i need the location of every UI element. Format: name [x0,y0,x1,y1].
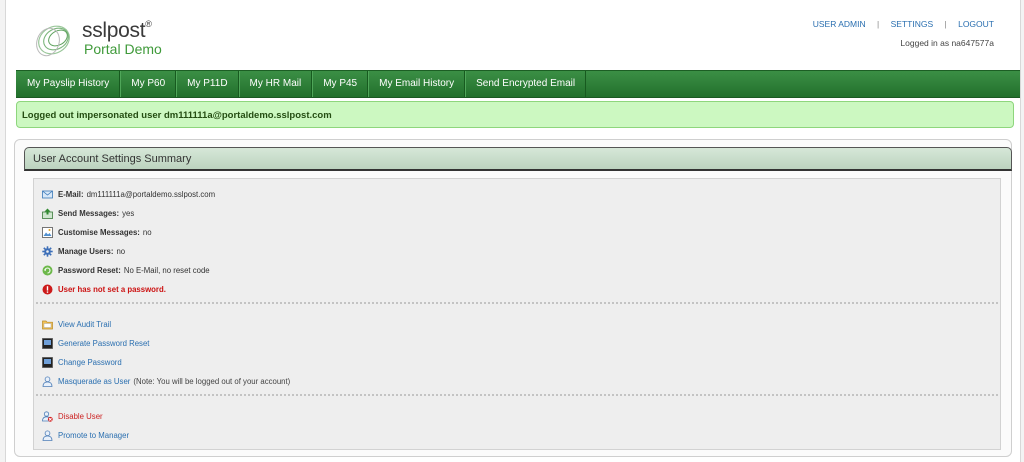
password-reset-row: Password Reset: No E-Mail, no reset code [42,263,210,277]
section-divider [36,394,998,396]
page: sslpost® Portal Demo USER ADMIN | SETTIN… [5,0,1021,462]
view-audit-trail-link[interactable]: View Audit Trail [58,320,111,329]
gear-icon [42,245,53,257]
send-mail-icon [42,208,53,219]
manage-users-value: no [116,246,126,256]
logout-link[interactable]: LOGOUT [958,19,994,29]
send-messages-value: yes [122,208,135,218]
manage-users-label: Manage Users: [58,246,114,256]
sslpost-logo-icon [36,25,70,57]
email-label: E-Mail: [58,189,84,199]
customise-messages-label: Customise Messages: [58,227,140,237]
envelope-icon [42,189,53,200]
change-password-link[interactable]: Change Password [58,358,122,367]
manage-users-row: Manage Users: no [42,244,125,258]
panel-title: User Account Settings Summary [24,147,1012,171]
monitor-icon [42,356,53,368]
change-password-row: Change Password [42,355,122,369]
disable-user-row: Disable User [42,409,103,423]
account-settings-panel: User Account Settings Summary E-Mail: dm… [14,139,1012,457]
nav-item-email-history[interactable]: My Email History [368,71,466,97]
promote-manager-row: Promote to Manager [42,428,129,442]
nav-item-p11d[interactable]: My P11D [176,71,239,97]
nav-item-send-encrypted-email[interactable]: Send Encrypted Email [465,71,587,97]
nav-item-p45[interactable]: My P45 [312,71,369,97]
masquerade-note: (Note: You will be logged out of your ac… [133,376,291,386]
password-reset-label: Password Reset: [58,265,121,275]
password-reset-value: No E-Mail, no reset code [123,265,210,275]
send-messages-row: Send Messages: yes [42,206,134,220]
separator: | [877,19,880,29]
email-row: E-Mail: dm111111a@portaldemo.sslpost.com [42,187,215,201]
monitor-icon [42,337,53,349]
generate-password-reset-link[interactable]: Generate Password Reset [58,339,149,348]
panel-body: E-Mail: dm111111a@portaldemo.sslpost.com… [33,178,1001,450]
separator: | [944,19,947,29]
folder-icon [42,319,53,330]
brand-subtitle: Portal Demo [84,41,162,57]
refresh-icon [42,265,53,276]
settings-link[interactable]: SETTINGS [891,19,934,29]
nav-item-payslip-history[interactable]: My Payslip History [16,71,121,97]
user-icon [42,429,53,441]
logo[interactable]: sslpost® Portal Demo [34,14,204,60]
nav-item-p60[interactable]: My P60 [120,71,177,97]
nav-item-hr-mail[interactable]: My HR Mail [238,71,313,97]
masquerade-as-user-link[interactable]: Masquerade as User [58,377,130,386]
main-nav: My Payslip History My P60 My P11D My HR … [16,70,1020,98]
image-icon [42,226,53,238]
masquerade-row: Masquerade as User (Note: You will be lo… [42,374,290,388]
password-warning-row: User has not set a password. [42,282,166,296]
error-icon [42,284,53,295]
customise-messages-value: no [142,227,152,237]
generate-reset-row: Generate Password Reset [42,336,149,350]
user-admin-link[interactable]: USER ADMIN [813,19,866,29]
disable-user-link[interactable]: Disable User [58,412,103,421]
customise-messages-row: Customise Messages: no [42,225,152,239]
disable-user-icon [42,410,53,422]
section-divider [36,302,998,304]
send-messages-label: Send Messages: [58,208,120,218]
brand-name: sslpost® [82,19,152,42]
top-links: USER ADMIN | SETTINGS | LOGOUT [813,19,994,29]
login-status: Logged in as na647577a [900,38,994,48]
success-alert: Logged out impersonated user dm111111a@p… [16,101,1014,128]
user-icon [42,375,53,387]
email-value: dm111111a@portaldemo.sslpost.com [86,189,216,199]
audit-trail-row: View Audit Trail [42,317,111,331]
password-warning-text: User has not set a password. [58,284,166,294]
promote-to-manager-link[interactable]: Promote to Manager [58,431,129,440]
